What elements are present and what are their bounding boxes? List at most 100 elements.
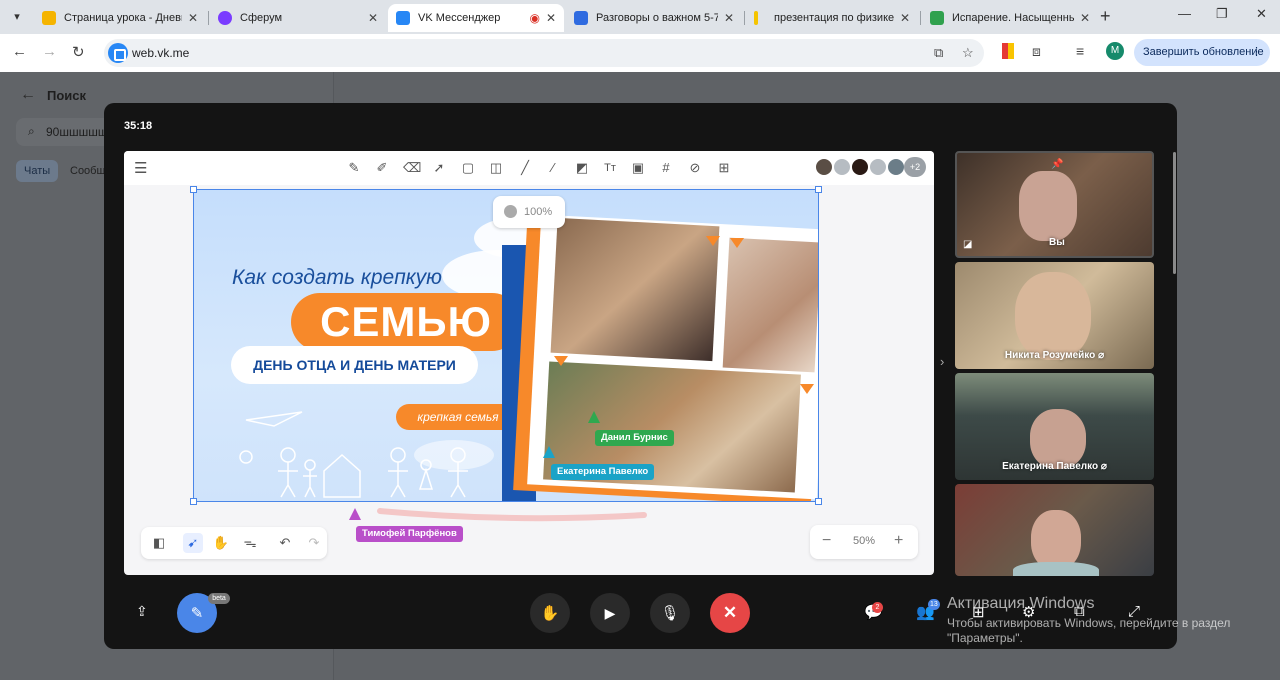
sticker-icon[interactable]: ◫: [488, 160, 504, 176]
zoom-in-button[interactable]: +: [894, 532, 903, 550]
search-icon: ⌕: [28, 124, 35, 138]
vk-messenger-icon: [396, 11, 410, 25]
media-controls-icon[interactable]: ≡: [1076, 43, 1084, 59]
tab-vk-messenger[interactable]: VK Мессенджер ◉ ✕: [388, 4, 564, 32]
back-arrow-icon[interactable]: ←: [20, 86, 36, 104]
arrow-line-icon[interactable]: ⁄: [545, 160, 561, 176]
participant-tile[interactable]: Никита Розумейко ⌀: [955, 262, 1154, 369]
camera-icon: ▶: [604, 604, 616, 621]
pink-stroke-drawing: [377, 508, 647, 522]
collapse-tiles-icon[interactable]: ›: [940, 354, 944, 369]
tab-sferum[interactable]: Сферум ✕: [210, 4, 386, 32]
more-participants-badge: +2: [904, 157, 926, 177]
chip-chats[interactable]: Чаты: [16, 160, 59, 182]
note-icon[interactable]: ◩: [574, 160, 590, 176]
end-call-button[interactable]: ✕: [710, 593, 750, 633]
tab-important-talks[interactable]: Разговоры о важном 5-7 ✕: [566, 4, 742, 32]
sidebar-toggle-icon[interactable]: ◧: [149, 533, 169, 553]
search-title: Поиск: [47, 88, 87, 103]
board-bottom-toolbar: ◧ ➹ ✋ ᯓ ↶ ↷: [141, 527, 327, 559]
back-button[interactable]: ←: [12, 43, 27, 60]
attach-icon[interactable]: ⊘: [687, 160, 703, 176]
close-icon[interactable]: ✕: [188, 11, 198, 25]
redo-icon[interactable]: ↷: [304, 533, 324, 553]
text-icon[interactable]: Tт: [602, 160, 618, 176]
extension-flag-icon[interactable]: [1002, 43, 1014, 59]
participant-tile[interactable]: Екатерина Павелко ⌀: [955, 373, 1154, 480]
reload-button[interactable]: ↻: [72, 43, 85, 61]
tab-evaporation[interactable]: Испарение. Насыщенный ✕: [922, 4, 1098, 32]
zoom-out-button[interactable]: −: [822, 532, 831, 550]
tab-lesson-page[interactable]: Страница урока - Дневни ✕: [34, 4, 206, 32]
line-icon[interactable]: ╱: [517, 160, 533, 176]
tab-separator: [744, 11, 745, 25]
zoom-level: 50%: [853, 535, 876, 547]
table-icon[interactable]: ⊞: [716, 160, 732, 176]
avatar: [832, 157, 852, 177]
resize-handle[interactable]: [815, 498, 822, 505]
avatar: [850, 157, 870, 177]
hand-icon: ✋: [540, 605, 560, 622]
restore-button[interactable]: ❐: [1216, 6, 1228, 22]
microphone-button[interactable]: 🎙: [650, 593, 690, 633]
menu-icon[interactable]: ☰: [134, 159, 147, 177]
tiles-scrollbar[interactable]: [1173, 152, 1176, 274]
close-icon[interactable]: ✕: [724, 11, 734, 25]
select-cursor-icon[interactable]: ➹: [183, 533, 203, 553]
hand-pan-icon[interactable]: ✋: [211, 533, 231, 553]
beta-badge: beta: [208, 593, 230, 604]
close-icon[interactable]: ✕: [368, 11, 378, 25]
participant-tile-self[interactable]: 📌 ◪ Вы: [955, 151, 1154, 258]
close-icon[interactable]: ✕: [1080, 11, 1090, 25]
site-info-icon[interactable]: [108, 43, 128, 63]
shape-icon[interactable]: ▢: [460, 160, 476, 176]
participant-video: [1019, 171, 1077, 241]
chat-badge: 2: [872, 602, 883, 613]
whiteboard[interactable]: ☰ ✎ ✐ ⌫ ➚ ▢ ◫ ╱ ⁄ ◩ Tт ▣ # ⊘ ⊞ +2 Как со…: [124, 151, 934, 575]
zoom-control: − 50% +: [810, 525, 918, 559]
undo-icon[interactable]: ↶: [275, 533, 295, 553]
docs-icon: [574, 11, 588, 25]
close-icon[interactable]: ✕: [900, 11, 910, 25]
install-app-icon[interactable]: ⧉: [934, 45, 943, 61]
close-icon[interactable]: ✕: [546, 11, 556, 25]
forward-button[interactable]: →: [42, 43, 57, 60]
mic-off-icon: ⌀: [1098, 350, 1105, 361]
minimize-button[interactable]: —: [1178, 6, 1191, 21]
opacity-control[interactable]: 100%: [493, 196, 565, 228]
tab-separator: [208, 11, 209, 25]
eraser-icon[interactable]: ⌫: [403, 160, 421, 176]
extensions-puzzle-icon[interactable]: ⧈: [1032, 43, 1041, 60]
marker-icon[interactable]: ✐: [374, 160, 390, 176]
browser-chrome: ▾ Страница урока - Дневни ✕ Сферум ✕ VK …: [0, 0, 1280, 72]
raise-hand-button[interactable]: ✋: [530, 593, 570, 633]
resize-handle[interactable]: [190, 186, 197, 193]
pin-icon[interactable]: 📌: [1051, 159, 1063, 170]
frame-icon[interactable]: #: [658, 160, 674, 176]
address-bar[interactable]: web.vk.me ⧉ ☆: [104, 39, 984, 67]
profile-avatar[interactable]: M: [1106, 42, 1124, 60]
tab-search-button[interactable]: ▾: [6, 7, 28, 27]
opacity-icon: [504, 205, 517, 218]
new-tab-button[interactable]: +: [1100, 6, 1111, 27]
participant-video: [1031, 510, 1081, 570]
update-button[interactable]: Завершить обновление ⋮: [1134, 39, 1270, 66]
participant-tile[interactable]: [955, 484, 1154, 576]
avatar: [868, 157, 888, 177]
pen-icon[interactable]: ✎: [346, 160, 362, 176]
resize-handle[interactable]: [815, 186, 822, 193]
resize-handle[interactable]: [190, 498, 197, 505]
board-share-icon: ◪: [963, 239, 973, 250]
screen-share-icon[interactable]: ⇪: [136, 603, 148, 620]
bookmark-star-icon[interactable]: ☆: [962, 45, 974, 61]
pointer-icon[interactable]: ➚: [431, 160, 447, 176]
close-window-button[interactable]: ✕: [1256, 6, 1267, 22]
windows-activation-watermark: Активация Windows Чтобы активировать Win…: [947, 595, 1231, 645]
tab-strip: ▾ Страница урока - Дневни ✕ Сферум ✕ VK …: [0, 0, 1280, 34]
tab-physics-presentation[interactable]: презентация по физике & ✕: [746, 4, 918, 32]
camera-button[interactable]: ▶: [590, 593, 630, 633]
selection-frame[interactable]: [193, 189, 819, 502]
image-icon[interactable]: ▣: [630, 160, 646, 176]
laser-icon[interactable]: ᯓ: [240, 533, 260, 553]
slides-icon: [754, 11, 758, 25]
